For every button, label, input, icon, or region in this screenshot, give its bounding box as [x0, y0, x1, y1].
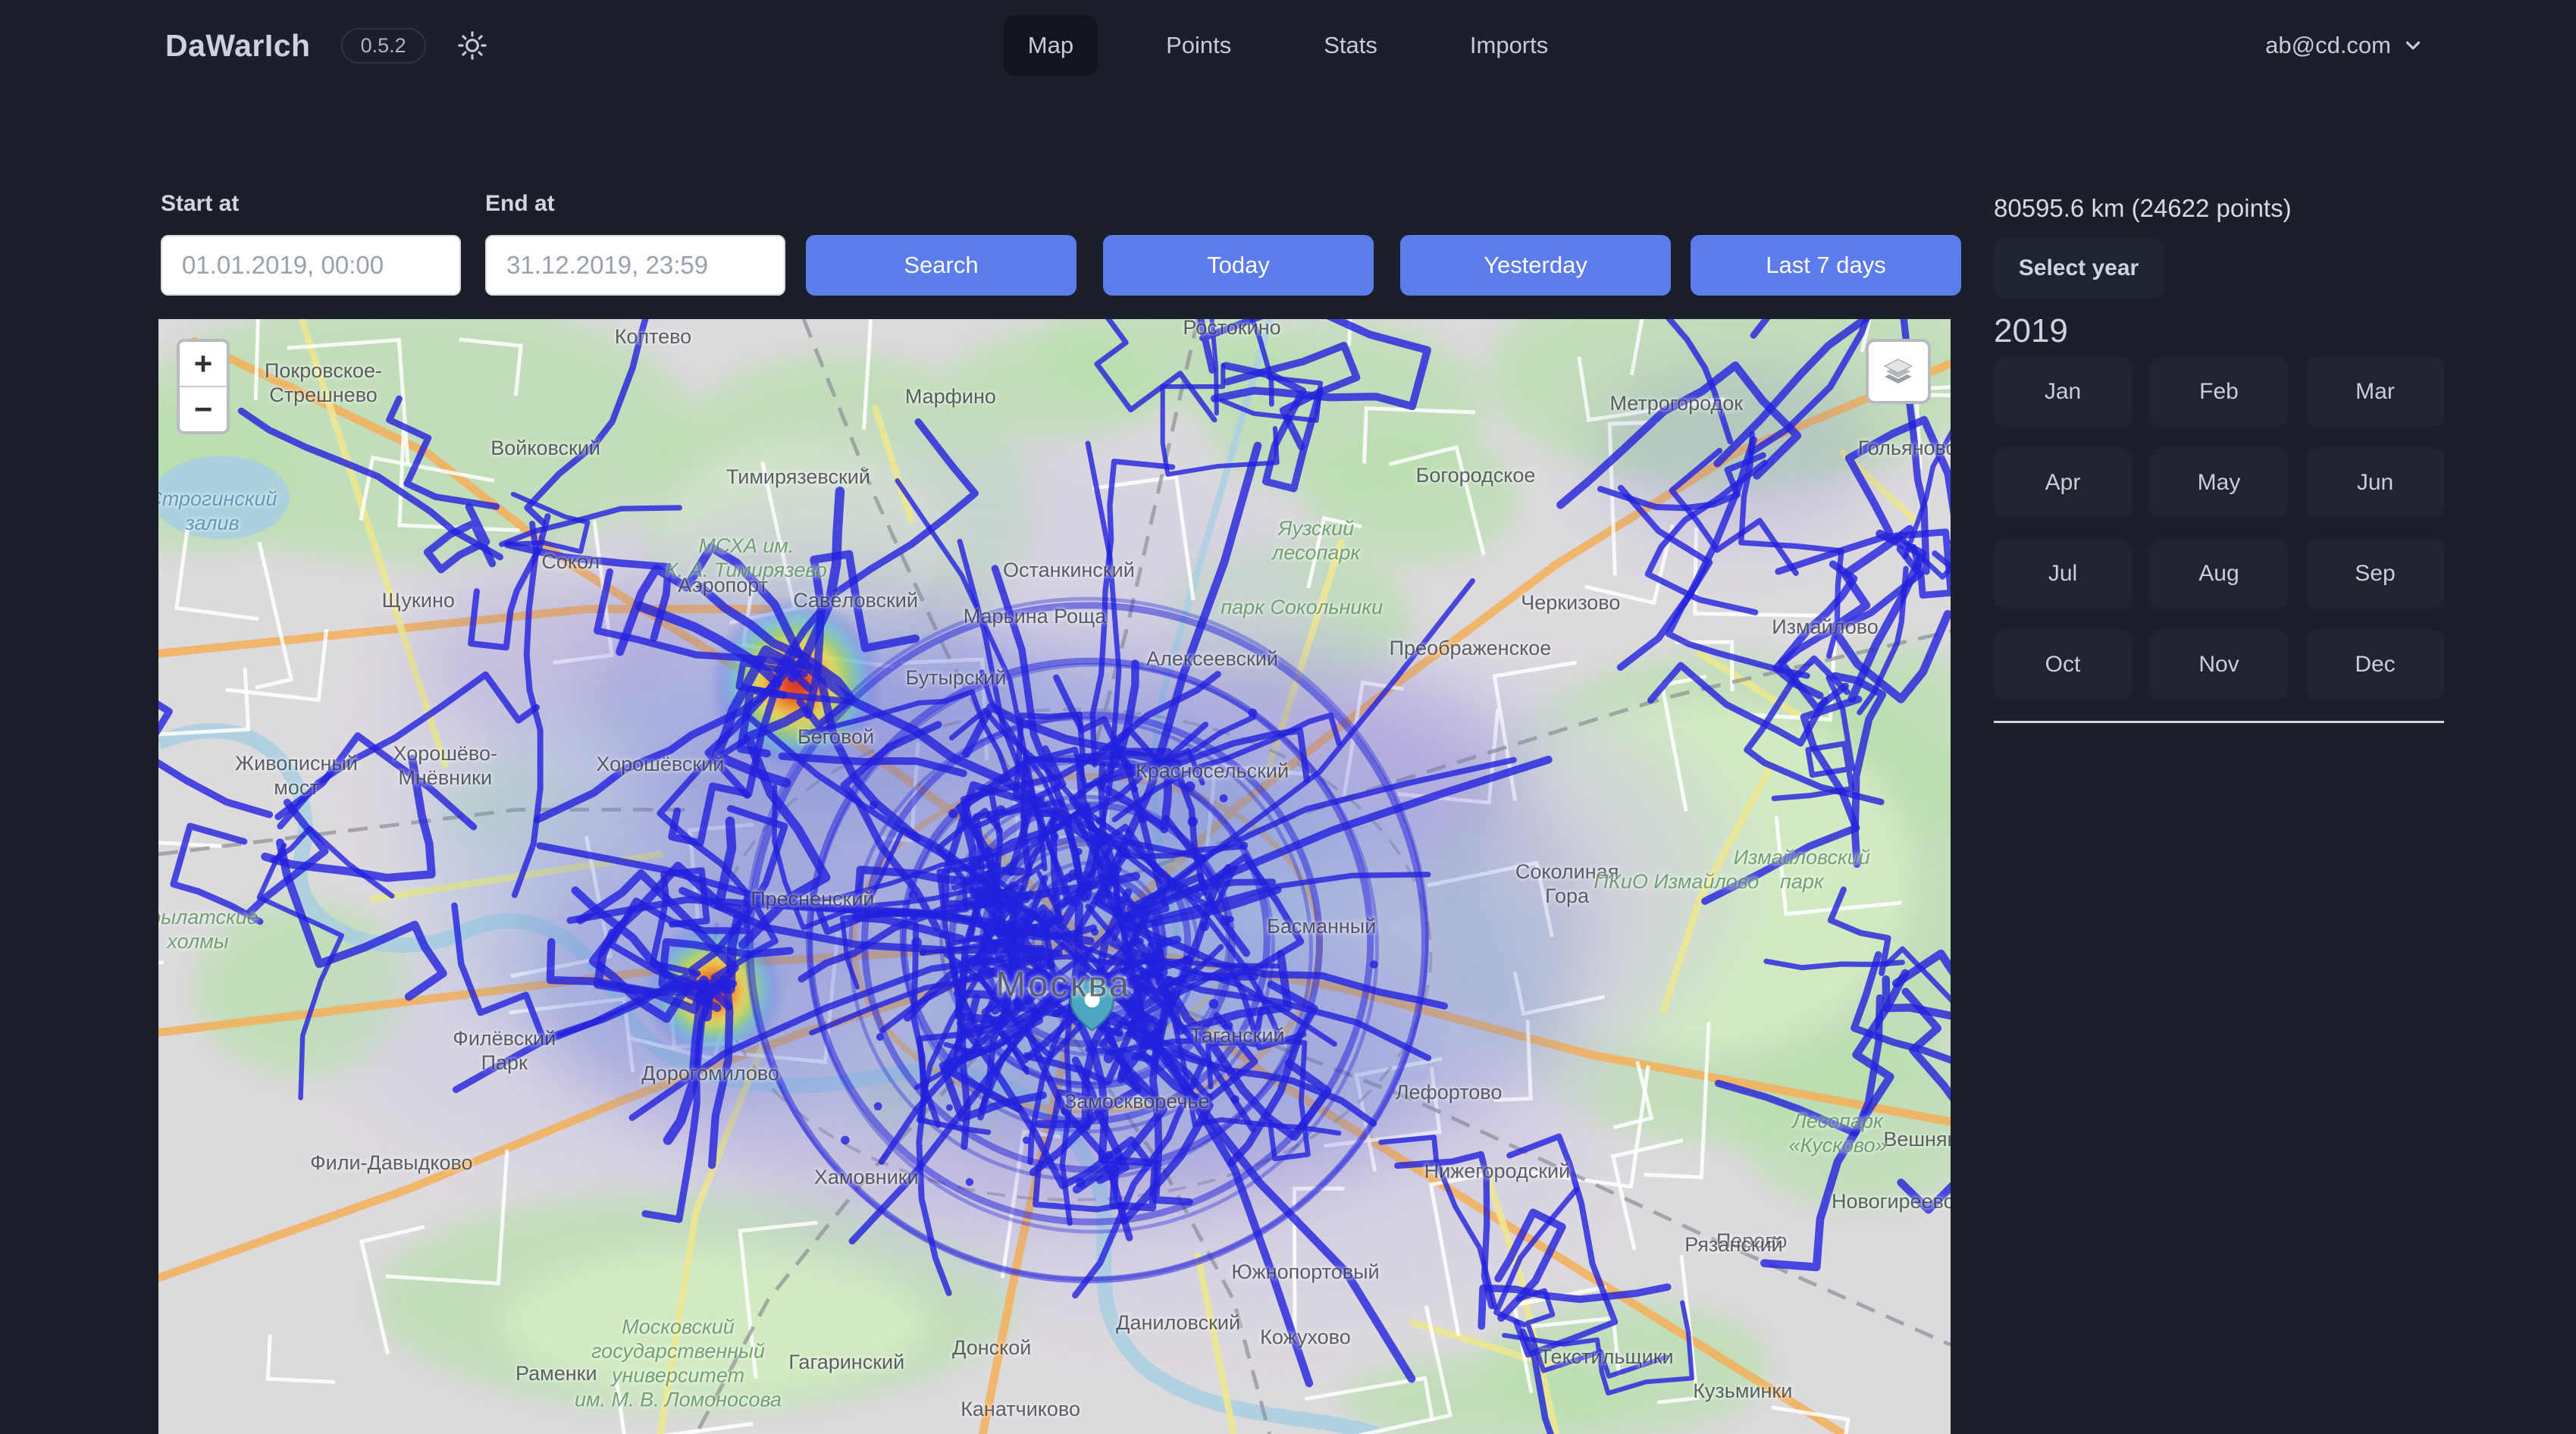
month-button-aug[interactable]: Aug: [2150, 539, 2288, 609]
month-button-apr[interactable]: Apr: [1994, 448, 2132, 518]
zoom-out-button[interactable]: −: [180, 387, 227, 431]
end-at-label: End at: [485, 191, 555, 217]
start-at-label: Start at: [161, 191, 239, 217]
tab-stats[interactable]: Stats: [1299, 15, 1402, 76]
sun-icon: [456, 30, 488, 61]
chevron-down-icon: [2402, 34, 2424, 57]
layers-icon: [1880, 353, 1916, 390]
theme-toggle-button[interactable]: [456, 30, 488, 61]
user-menu[interactable]: ab@cd.com: [2265, 0, 2424, 91]
map-layers-control[interactable]: [1866, 339, 1931, 404]
year-heading: 2019: [1994, 312, 2068, 350]
main-nav: Map Points Stats Imports: [1004, 0, 1573, 91]
month-button-jul[interactable]: Jul: [1994, 539, 2132, 609]
yesterday-button[interactable]: Yesterday: [1400, 235, 1671, 296]
month-button-jan[interactable]: Jan: [1994, 357, 2132, 427]
zoom-in-button[interactable]: +: [180, 342, 227, 387]
select-year-button[interactable]: Select year: [1994, 238, 2164, 299]
start-at-input[interactable]: [161, 235, 461, 296]
tab-points[interactable]: Points: [1142, 15, 1255, 76]
brand: DaWarIch 0.5.2: [165, 0, 488, 91]
month-button-dec[interactable]: Dec: [2306, 630, 2444, 700]
app-logo[interactable]: DaWarIch: [165, 28, 311, 64]
sidebar-divider: [1994, 721, 2444, 723]
map-canvas: [158, 319, 1951, 1434]
top-navbar: DaWarIch 0.5.2 Map Points Stats Imports …: [0, 0, 2576, 91]
end-at-input[interactable]: [485, 235, 785, 296]
map-container[interactable]: Покровское- СтрешневоКоптевоВойковскийМа…: [158, 319, 1951, 1434]
tab-imports[interactable]: Imports: [1446, 15, 1572, 76]
month-button-sep[interactable]: Sep: [2306, 539, 2444, 609]
month-grid: Jan Feb Mar Apr May Jun Jul Aug Sep Oct …: [1994, 357, 2444, 700]
distance-stats: 80595.6 km (24622 points): [1994, 194, 2292, 223]
month-button-jun[interactable]: Jun: [2306, 448, 2444, 518]
tab-map[interactable]: Map: [1004, 15, 1098, 76]
month-button-mar[interactable]: Mar: [2306, 357, 2444, 427]
last-7-days-button[interactable]: Last 7 days: [1691, 235, 1961, 296]
month-button-may[interactable]: May: [2150, 448, 2288, 518]
search-button[interactable]: Search: [806, 235, 1076, 296]
app-root: DaWarIch 0.5.2 Map Points Stats Imports …: [0, 0, 2576, 1434]
user-email: ab@cd.com: [2265, 32, 2391, 59]
today-button[interactable]: Today: [1103, 235, 1374, 296]
month-button-nov[interactable]: Nov: [2150, 630, 2288, 700]
version-badge: 0.5.2: [341, 28, 426, 64]
map-zoom-control: + −: [177, 339, 230, 434]
month-button-feb[interactable]: Feb: [2150, 357, 2288, 427]
month-button-oct[interactable]: Oct: [1994, 630, 2132, 700]
